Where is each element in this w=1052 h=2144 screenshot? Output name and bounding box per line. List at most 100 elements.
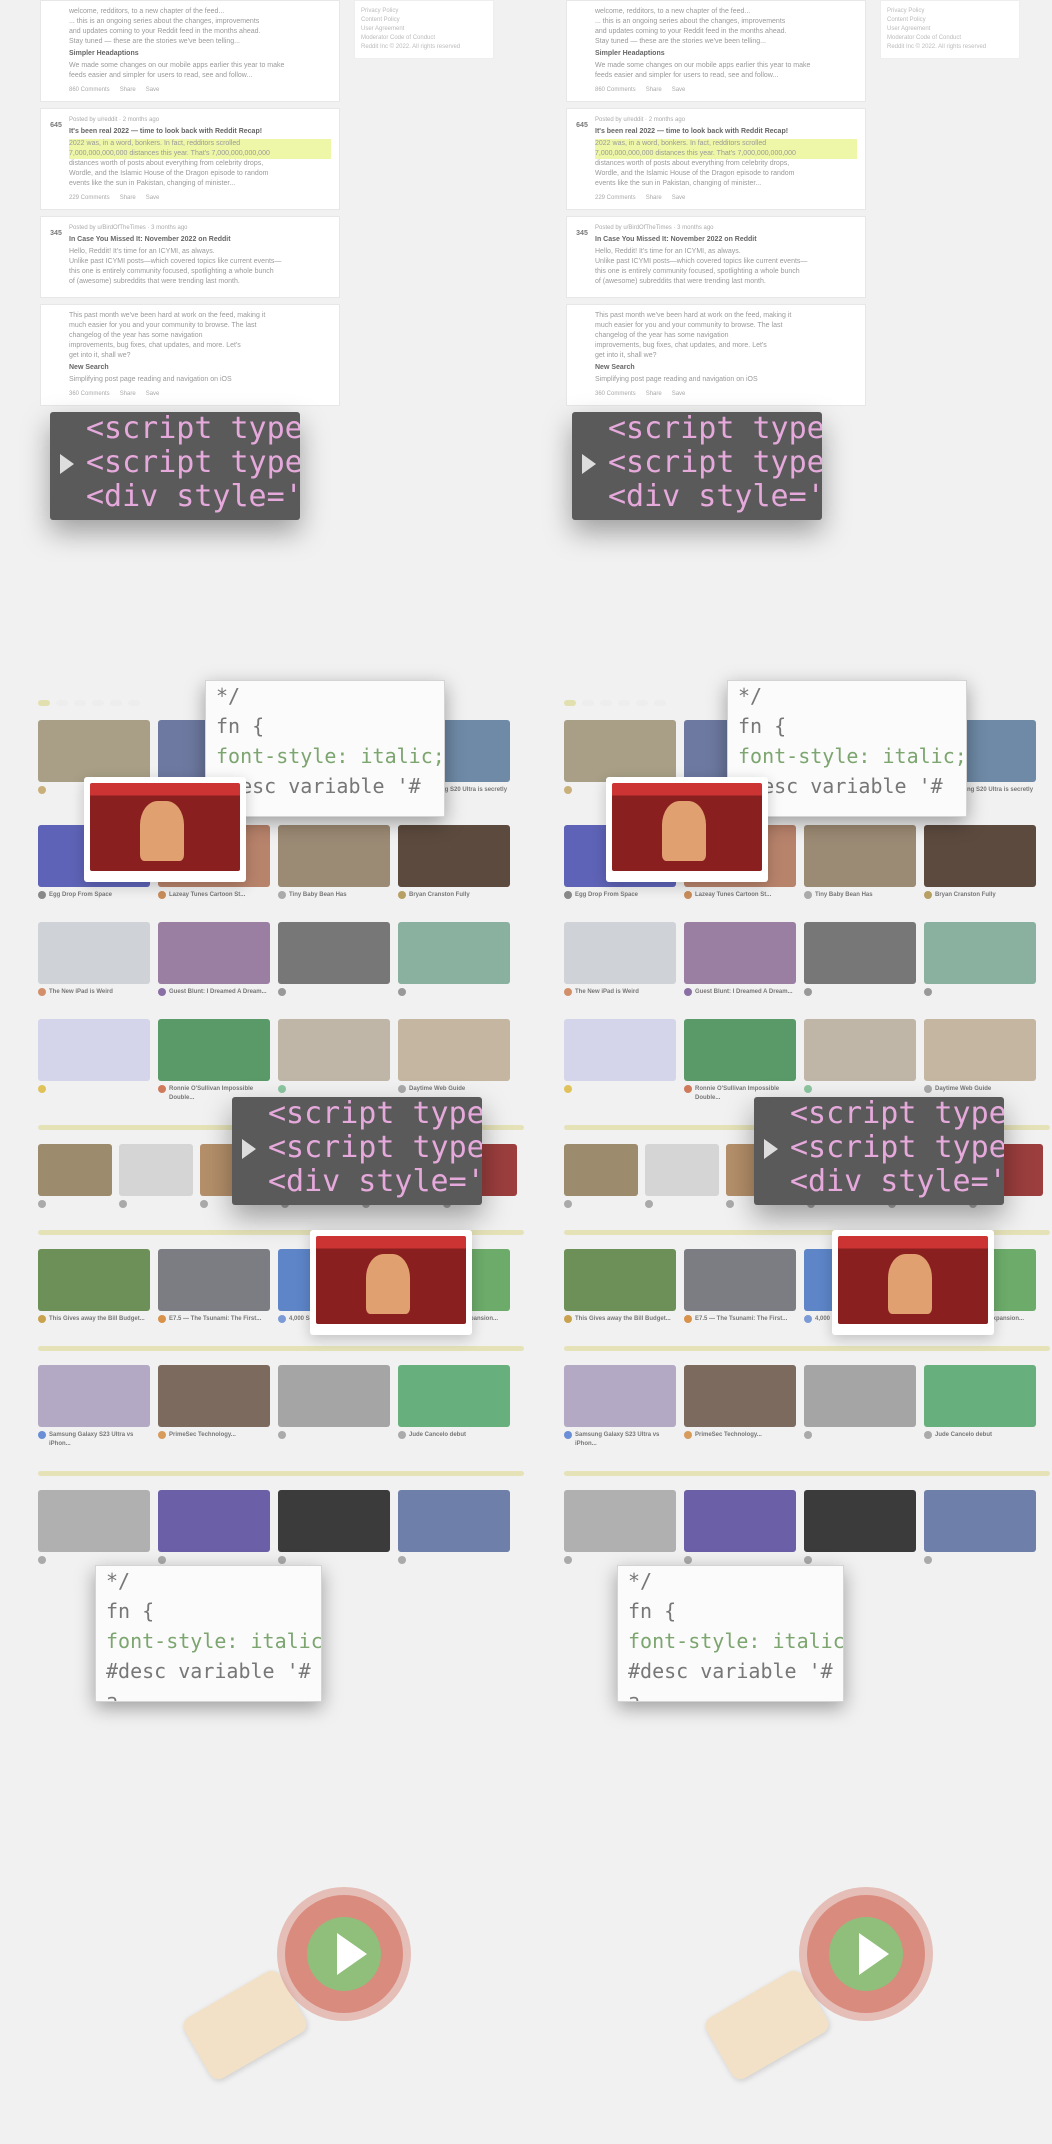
- video-thumbnail[interactable]: [924, 1019, 1036, 1081]
- video-title[interactable]: [119, 1200, 193, 1208]
- uploader-avatar[interactable]: [924, 988, 932, 996]
- video-title[interactable]: The New iPad is Weird: [38, 988, 150, 997]
- video-title[interactable]: [158, 1556, 270, 1564]
- uploader-avatar[interactable]: [38, 1200, 46, 1208]
- video-title[interactable]: Jude Cancelo debut: [924, 1431, 1036, 1440]
- video-card[interactable]: PrimeSec Technology...: [158, 1365, 270, 1449]
- video-thumbnail[interactable]: [398, 1019, 510, 1081]
- save-button[interactable]: Save: [672, 193, 686, 203]
- video-thumbnail[interactable]: [278, 1490, 390, 1552]
- post-title[interactable]: It's been real 2022 — time to look back …: [595, 127, 857, 137]
- uploader-avatar[interactable]: [158, 988, 166, 996]
- video-title[interactable]: E7.5 — The Tsunami: The First...: [158, 1315, 270, 1324]
- video-card[interactable]: [924, 1490, 1036, 1564]
- uploader-avatar[interactable]: [564, 891, 572, 899]
- video-card[interactable]: [564, 1019, 676, 1103]
- reddit-post[interactable]: 645 Posted by u/reddit · 2 months ago It's…: [40, 108, 340, 210]
- video-card[interactable]: [278, 1365, 390, 1449]
- video-thumbnail[interactable]: [278, 825, 390, 887]
- tab-item[interactable]: [600, 700, 612, 706]
- video-title[interactable]: [645, 1200, 719, 1208]
- video-title[interactable]: Jude Cancelo debut: [398, 1431, 510, 1440]
- post-title[interactable]: In Case You Missed It: November 2022 on …: [69, 235, 331, 245]
- uploader-avatar[interactable]: [398, 1431, 406, 1439]
- video-card[interactable]: Guest Blunt: I Dreamed A Dream...: [684, 922, 796, 997]
- reddit-post[interactable]: 645 Posted by u/reddit · 2 months ago It's…: [566, 108, 866, 210]
- video-thumbnail[interactable]: [278, 922, 390, 984]
- reddit-post[interactable]: This past month we've been hard at work …: [40, 304, 340, 406]
- video-title[interactable]: [278, 1556, 390, 1564]
- video-card[interactable]: Ronnie O'Sullivan Impossible Double...: [158, 1019, 270, 1103]
- video-thumbnail[interactable]: [564, 1249, 676, 1311]
- save-button[interactable]: Save: [146, 389, 160, 399]
- tab-item[interactable]: [56, 700, 68, 706]
- uploader-avatar[interactable]: [38, 988, 46, 996]
- save-button[interactable]: Save: [146, 193, 160, 203]
- video-card[interactable]: [119, 1144, 193, 1208]
- uploader-avatar[interactable]: [564, 1315, 572, 1323]
- video-card[interactable]: Ronnie O'Sullivan Impossible Double...: [684, 1019, 796, 1103]
- tab-item[interactable]: [110, 700, 122, 706]
- video-title[interactable]: [804, 988, 916, 996]
- uploader-avatar[interactable]: [398, 891, 406, 899]
- video-thumbnail[interactable]: [398, 1365, 510, 1427]
- video-card[interactable]: [158, 1490, 270, 1564]
- uploader-avatar[interactable]: [38, 1315, 46, 1323]
- video-title[interactable]: [804, 1431, 916, 1439]
- video-thumbnail[interactable]: [684, 1490, 796, 1552]
- post-title[interactable]: In Case You Missed It: November 2022 on …: [595, 235, 857, 245]
- video-thumbnail[interactable]: [158, 922, 270, 984]
- video-title[interactable]: [564, 1085, 676, 1093]
- video-thumbnail[interactable]: [924, 825, 1036, 887]
- video-title[interactable]: [38, 1200, 112, 1208]
- uploader-avatar[interactable]: [684, 988, 692, 996]
- video-thumbnail[interactable]: [38, 1490, 150, 1552]
- video-title[interactable]: Tiny Baby Bean Has: [278, 891, 390, 900]
- video-thumbnail[interactable]: [398, 922, 510, 984]
- video-card[interactable]: Tiny Baby Bean Has: [804, 825, 916, 900]
- footer-link[interactable]: Moderator Code of Conduct: [361, 34, 487, 43]
- comments-button[interactable]: 860 Comments: [69, 85, 110, 95]
- video-card[interactable]: PrimeSec Technology...: [684, 1365, 796, 1449]
- video-title[interactable]: Guest Blunt: I Dreamed A Dream...: [684, 988, 796, 997]
- video-thumbnail[interactable]: [804, 825, 916, 887]
- uploader-avatar[interactable]: [278, 1085, 286, 1093]
- video-title[interactable]: The New iPad is Weird: [564, 988, 676, 997]
- uploader-avatar[interactable]: [645, 1200, 653, 1208]
- video-title[interactable]: Lazeay Tunes Cartoon St...: [684, 891, 796, 900]
- video-thumbnail[interactable]: [804, 1490, 916, 1552]
- video-card[interactable]: Bryan Cranston Fully: [398, 825, 510, 900]
- uploader-avatar[interactable]: [684, 1315, 692, 1323]
- video-thumbnail[interactable]: [38, 922, 150, 984]
- uploader-avatar[interactable]: [278, 891, 286, 899]
- video-title[interactable]: This Gives away the Bill Budget...: [564, 1315, 676, 1324]
- uploader-avatar[interactable]: [38, 1085, 46, 1093]
- video-thumbnail[interactable]: [684, 1249, 796, 1311]
- video-thumbnail[interactable]: [158, 1019, 270, 1081]
- video-title[interactable]: [398, 1556, 510, 1564]
- video-card[interactable]: [804, 922, 916, 997]
- video-thumbnail[interactable]: [804, 922, 916, 984]
- uploader-avatar[interactable]: [924, 891, 932, 899]
- uploader-avatar[interactable]: [119, 1200, 127, 1208]
- footer-link[interactable]: User Agreement: [361, 25, 487, 34]
- video-card[interactable]: [564, 1144, 638, 1208]
- video-card[interactable]: Bryan Cranston Fully: [924, 825, 1036, 900]
- video-card[interactable]: [398, 922, 510, 997]
- video-title[interactable]: Egg Drop From Space: [564, 891, 676, 900]
- video-card[interactable]: The New iPad is Weird: [38, 922, 150, 997]
- video-thumbnail[interactable]: [278, 1365, 390, 1427]
- video-title[interactable]: Tiny Baby Bean Has: [804, 891, 916, 900]
- video-title[interactable]: [278, 988, 390, 996]
- save-button[interactable]: Save: [146, 85, 160, 95]
- uploader-avatar[interactable]: [564, 1200, 572, 1208]
- video-title[interactable]: [804, 1085, 916, 1093]
- video-thumbnail[interactable]: [38, 1144, 112, 1196]
- video-thumbnail[interactable]: [804, 1365, 916, 1427]
- video-card[interactable]: [804, 1019, 916, 1103]
- share-button[interactable]: Share: [646, 389, 662, 399]
- video-thumbnail[interactable]: [564, 1019, 676, 1081]
- video-thumbnail[interactable]: [564, 720, 676, 782]
- video-thumbnail[interactable]: [398, 1490, 510, 1552]
- video-title[interactable]: E7.5 — The Tsunami: The First...: [684, 1315, 796, 1324]
